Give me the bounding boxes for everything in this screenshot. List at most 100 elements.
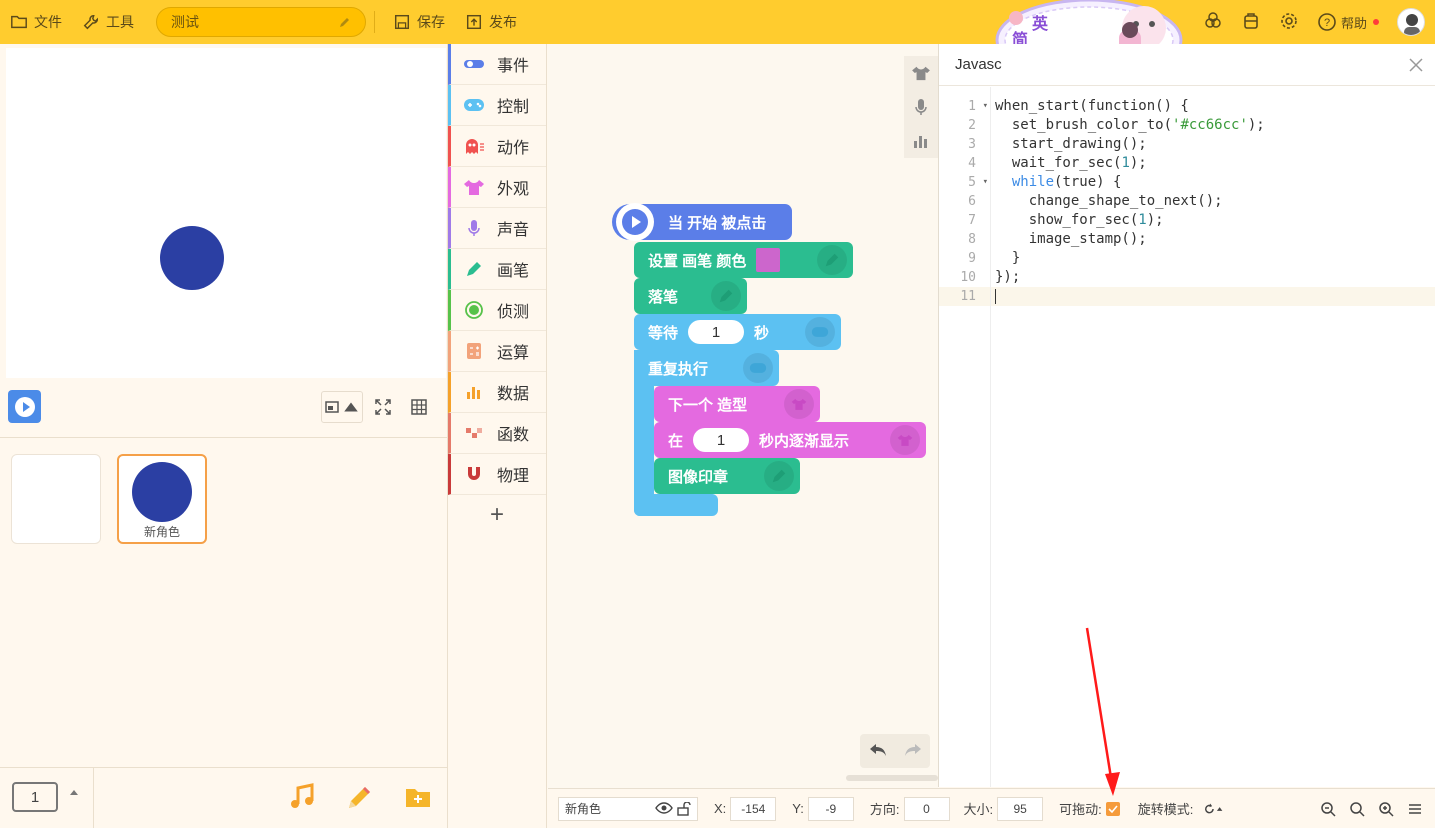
category-physics[interactable]: 物理	[448, 454, 546, 495]
category-sound[interactable]: 声音	[448, 208, 546, 249]
fade-in-block[interactable]: 在 1 秒内逐渐显示	[654, 422, 926, 458]
next-costume-block[interactable]: 下一个 造型	[654, 386, 820, 422]
page-selector[interactable]: 1	[12, 782, 58, 812]
brush-color-swatch[interactable]	[756, 248, 781, 272]
horizontal-scrollbar[interactable]	[846, 775, 938, 781]
redo-icon[interactable]	[903, 742, 923, 761]
pencil-icon	[340, 18, 349, 27]
hexagons-icon[interactable]	[1203, 11, 1223, 34]
category-pen[interactable]: 画笔	[448, 249, 546, 290]
fade-seconds-input[interactable]: 1	[693, 428, 750, 452]
eye-icon[interactable]	[655, 801, 673, 814]
help-button[interactable]: ? 帮助	[1317, 12, 1379, 32]
category-looks[interactable]: 外观	[448, 167, 546, 208]
category-events[interactable]: 事件	[448, 44, 546, 85]
when-start-block[interactable]: 当 开始 被点击	[612, 203, 792, 241]
line-number: 7	[968, 213, 976, 228]
zoom-in-icon[interactable]	[1374, 797, 1398, 821]
wait-seconds-input[interactable]: 1	[688, 320, 745, 344]
size-input[interactable]: 95	[997, 796, 1044, 821]
category-functions[interactable]: 函数	[448, 413, 546, 454]
microphone-icon	[463, 219, 485, 237]
upload-sprite-button[interactable]	[401, 780, 435, 814]
x-input[interactable]: -154	[730, 796, 777, 821]
line-number: 8	[968, 232, 976, 247]
category-sensing[interactable]: 侦测	[448, 290, 546, 331]
draggable-checkbox[interactable]	[1105, 801, 1120, 816]
grid-toggle-button[interactable]	[403, 391, 435, 423]
backpack-icon[interactable]	[1241, 11, 1261, 34]
rotation-mode-label: 旋转模式:	[1137, 802, 1194, 817]
code-workspace[interactable]: 当 开始 被点击 设置 画笔 颜色 落笔 等待 1 秒 重复执行 下一个 造型 …	[548, 44, 938, 788]
settings-gear-icon[interactable]	[1279, 11, 1299, 34]
menu-icon[interactable]	[1403, 797, 1427, 821]
close-icon[interactable]	[1407, 56, 1425, 74]
block-label: 设置 画笔 颜色	[648, 252, 747, 270]
publish-button[interactable]: 发布	[455, 0, 527, 44]
forever-block[interactable]: 重复执行	[634, 350, 779, 386]
user-avatar[interactable]	[1397, 8, 1425, 36]
plus-icon: +	[489, 501, 504, 528]
project-name-input[interactable]: 测试	[156, 7, 366, 37]
caret-up-icon[interactable]	[70, 790, 78, 795]
wait-seconds-block[interactable]: 等待 1 秒	[634, 314, 841, 350]
editor-title: Javasc	[955, 56, 1002, 73]
add-extension-button[interactable]: +	[448, 495, 546, 535]
sprite-thumbnail	[132, 462, 192, 522]
sound-tab[interactable]	[904, 90, 938, 124]
file-menu-button[interactable]: 文件	[0, 0, 72, 44]
sprite-circle[interactable]	[160, 226, 224, 290]
paint-sprite-button[interactable]	[341, 780, 375, 814]
category-operators[interactable]: 运算	[448, 331, 546, 372]
grid-icon	[411, 399, 427, 415]
category-control[interactable]: 控制	[448, 85, 546, 126]
zoom-reset-icon[interactable]	[1345, 797, 1369, 821]
data-tab[interactable]	[904, 124, 938, 158]
fullscreen-button[interactable]	[367, 391, 399, 423]
tools-menu-button[interactable]: 工具	[72, 0, 144, 44]
stamp-block[interactable]: 图像印章	[654, 458, 800, 494]
sprite-name-field[interactable]: 新角色	[558, 796, 698, 821]
x-label: X:	[714, 801, 727, 816]
y-input[interactable]: -9	[807, 796, 854, 821]
add-sound-button[interactable]	[286, 780, 320, 814]
ghost-icon	[463, 137, 485, 155]
function-icon	[463, 424, 485, 442]
save-button[interactable]: 保存	[383, 0, 455, 44]
stage-canvas[interactable]	[6, 48, 446, 378]
category-label: 画笔	[497, 263, 530, 280]
code-line: wait_for_sec(1);	[995, 155, 1147, 171]
undo-icon[interactable]	[868, 742, 888, 761]
microphone-icon	[915, 99, 927, 115]
block-label-suffix: 秒内逐渐显示	[759, 432, 850, 450]
category-label: 控制	[497, 99, 530, 116]
set-brush-color-block[interactable]: 设置 画笔 颜色	[634, 242, 853, 278]
rotation-mode-dropdown[interactable]	[1197, 797, 1229, 821]
upload-icon	[466, 14, 482, 30]
line-number: 9	[968, 251, 976, 266]
gamepad-icon	[743, 353, 773, 383]
notification-dot	[1373, 19, 1379, 25]
background-card[interactable]	[11, 454, 101, 544]
line-number: 3	[968, 137, 976, 152]
category-label: 函数	[497, 427, 530, 444]
category-motion[interactable]: 动作	[448, 126, 546, 167]
zoom-out-icon[interactable]	[1316, 797, 1340, 821]
file-menu-label: 文件	[34, 14, 62, 30]
expand-icon	[375, 399, 391, 415]
sprite-card-selected[interactable]: 新角色	[117, 454, 207, 544]
project-name-text: 测试	[171, 14, 199, 30]
unlock-icon[interactable]	[677, 801, 691, 816]
editor-header: Javasc	[939, 44, 1435, 86]
run-button[interactable]	[8, 390, 41, 423]
category-data[interactable]: 数据	[448, 372, 546, 413]
line-number: 4	[968, 156, 976, 171]
pen-down-block[interactable]: 落笔	[634, 278, 747, 314]
costume-tab[interactable]	[904, 56, 938, 90]
code-line: when_start(function() {	[995, 98, 1189, 114]
code-line: image_stamp();	[995, 231, 1147, 247]
direction-input[interactable]: 0	[903, 796, 950, 821]
code-text[interactable]: when_start(function() { set_brush_color_…	[991, 97, 1435, 306]
line-number: 11	[939, 287, 990, 306]
stage-size-dropdown[interactable]	[321, 391, 363, 423]
